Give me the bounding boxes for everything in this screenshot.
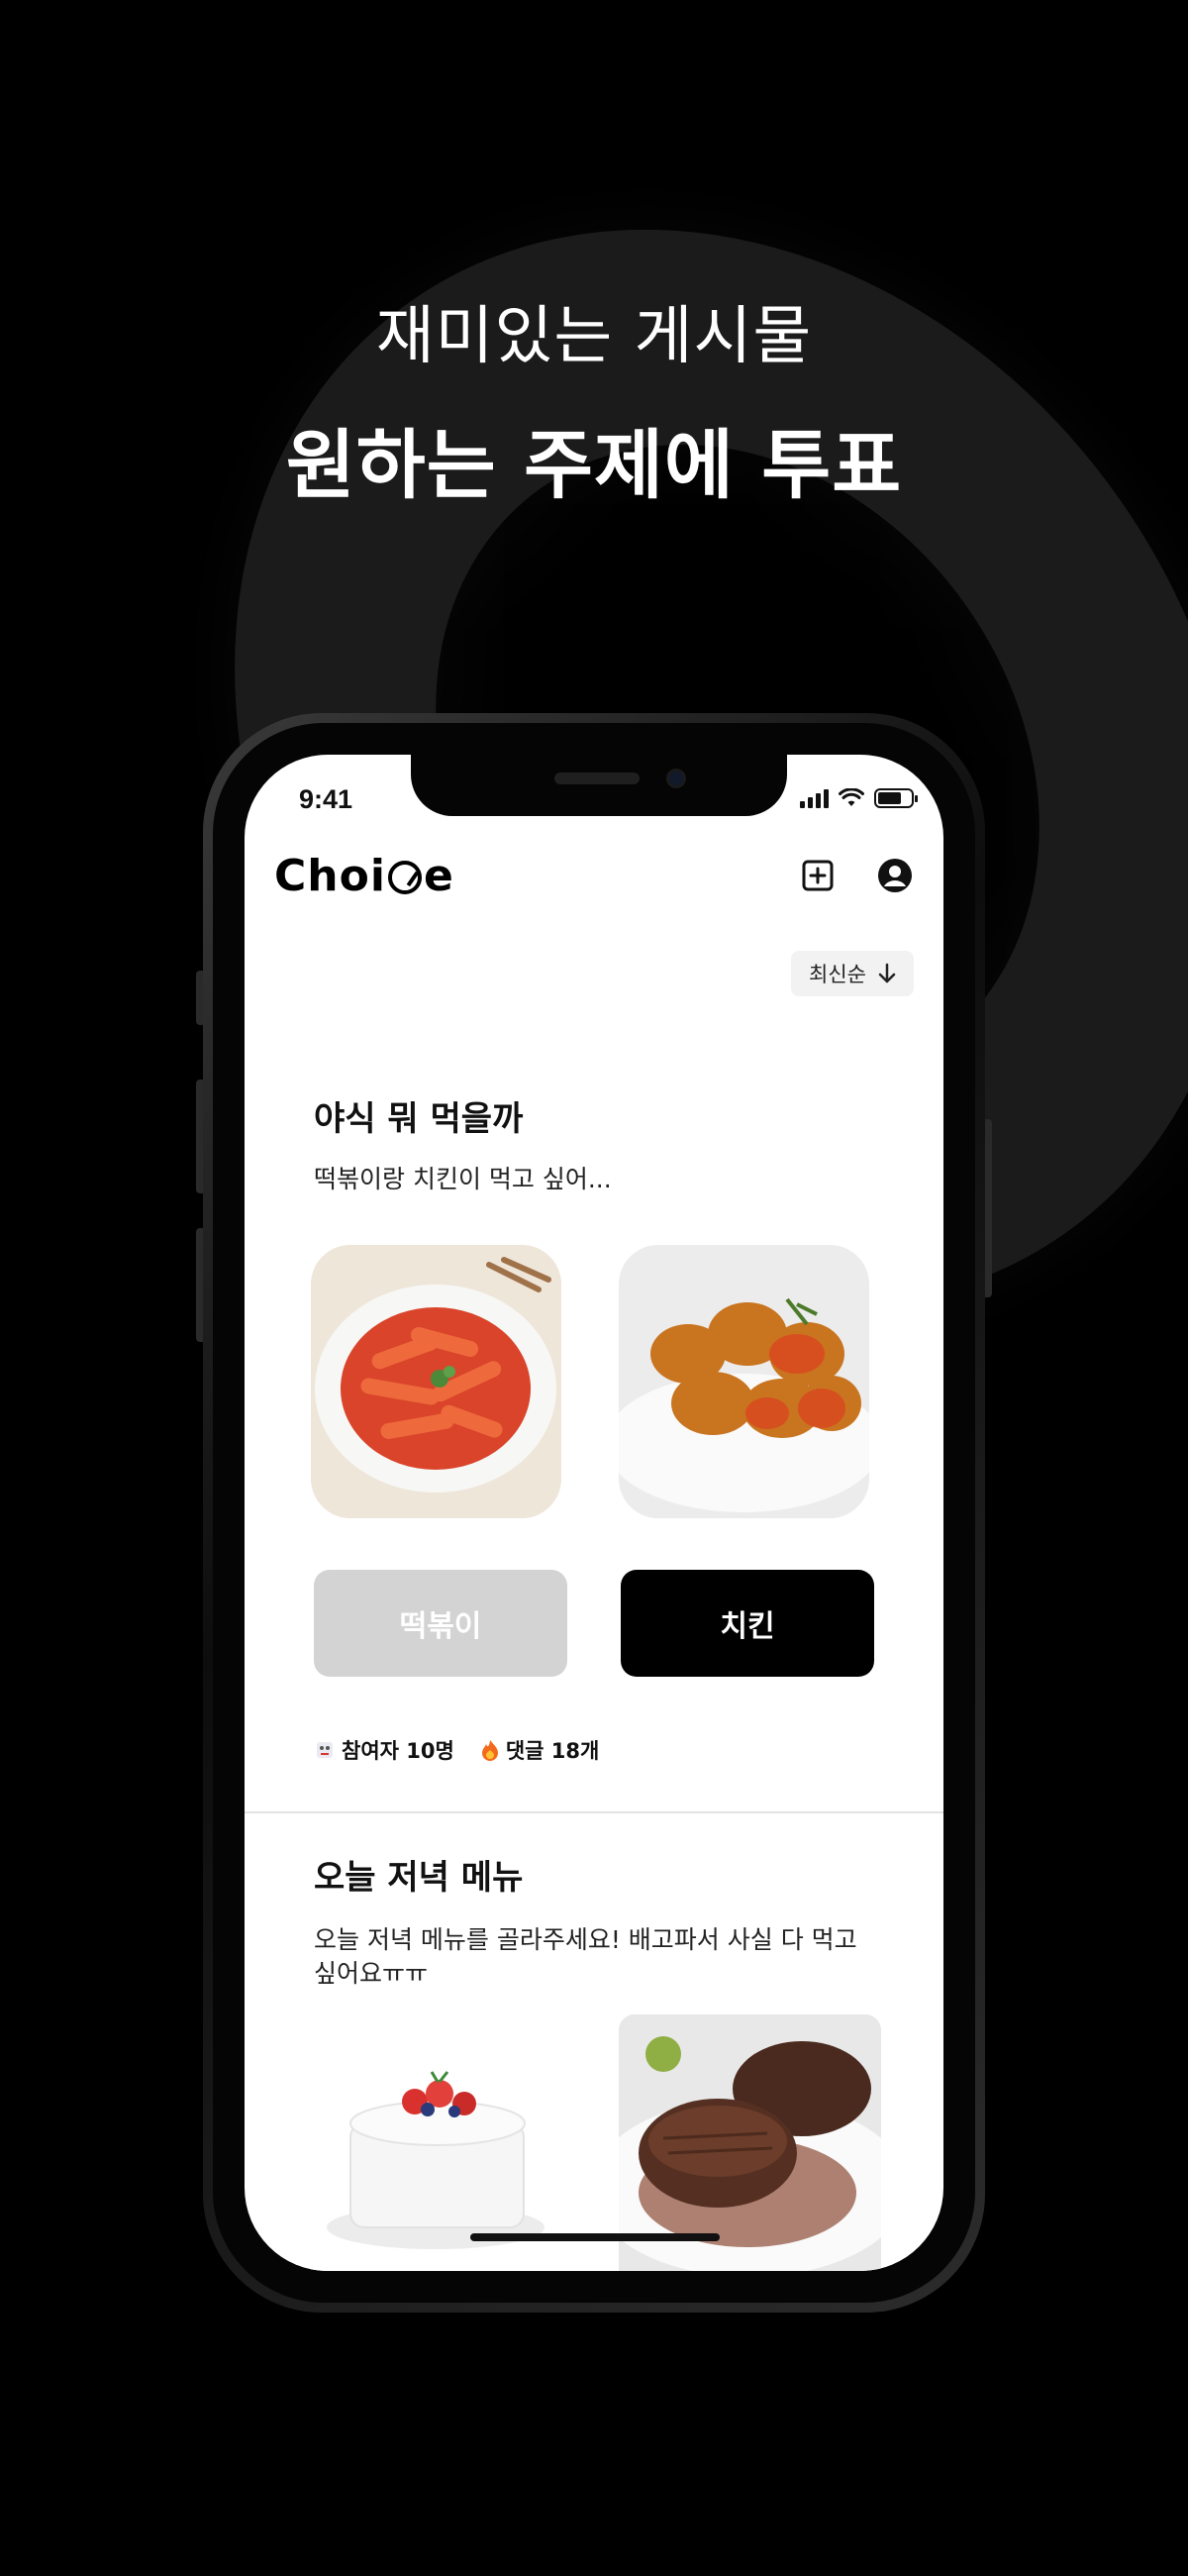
header-actions (799, 857, 914, 894)
logo-check-icon (387, 861, 422, 894)
post-divider (245, 1811, 943, 1813)
add-post-icon (802, 860, 834, 891)
participants-count: 참여자 10명 (314, 1735, 454, 1765)
post-description: 떡볶이랑 치킨이 먹고 싶어... (314, 1165, 612, 1193)
profile-button[interactable] (876, 857, 914, 894)
phone-bezel: 9:41 Choi e 최신순 야식 뭐 먹을까 떡볶이랑 치킨이 먹고 싶어.… (213, 723, 975, 2303)
front-camera (666, 769, 686, 788)
speaker-grille (554, 773, 640, 784)
post-title[interactable]: 오늘 저녁 메뉴 (314, 1850, 523, 1899)
battery-icon (874, 788, 918, 808)
logo-text-part2: e (423, 850, 454, 901)
option-b-image-chicken[interactable] (619, 1245, 869, 1518)
status-icons (800, 788, 918, 808)
sort-button[interactable]: 최신순 (791, 951, 914, 996)
status-time: 9:41 (299, 784, 353, 814)
cellular-signal-icon (800, 788, 829, 808)
app-header: Choi e (274, 844, 914, 907)
comments-count[interactable]: 댓글 18개 (480, 1735, 600, 1765)
phone-mockup: 9:41 Choi e 최신순 야식 뭐 먹을까 떡볶이랑 치킨이 먹고 싶어.… (203, 713, 985, 2313)
comments-label: 댓글 18개 (505, 1739, 600, 1763)
participants-label: 참여자 10명 (342, 1739, 454, 1763)
profile-icon (878, 859, 912, 892)
promo-headline-1: 재미있는 게시물 (375, 300, 813, 373)
home-indicator (470, 2233, 720, 2241)
fire-icon (481, 1740, 498, 1761)
option-a-image-tteokbokki[interactable] (311, 1245, 561, 1518)
vote-option-a-button[interactable]: 떡볶이 (314, 1570, 567, 1677)
wifi-icon (839, 788, 864, 806)
post-title[interactable]: 야식 뭐 먹을까 (314, 1091, 523, 1140)
logo-text-part1: Choi (274, 850, 386, 901)
app-logo[interactable]: Choi e (274, 851, 454, 901)
phone-notch (411, 755, 787, 816)
add-post-button[interactable] (799, 857, 837, 894)
arrow-down-icon (878, 963, 896, 983)
post-meta: 참여자 10명 댓글 18개 (314, 1735, 599, 1765)
vote-option-b-button[interactable]: 치킨 (621, 1570, 874, 1677)
participants-icon (317, 1742, 333, 1758)
promo-headline-2: 원하는 주제에 투표 (285, 421, 903, 509)
phone-screen: 9:41 Choi e 최신순 야식 뭐 먹을까 떡볶이랑 치킨이 먹고 싶어.… (245, 755, 943, 2271)
post-description: 오늘 저녁 메뉴를 골라주세요! 배고파서 사실 다 먹고 싶어요ㅠㅠ (314, 1925, 857, 1988)
sort-label: 최신순 (809, 963, 866, 986)
